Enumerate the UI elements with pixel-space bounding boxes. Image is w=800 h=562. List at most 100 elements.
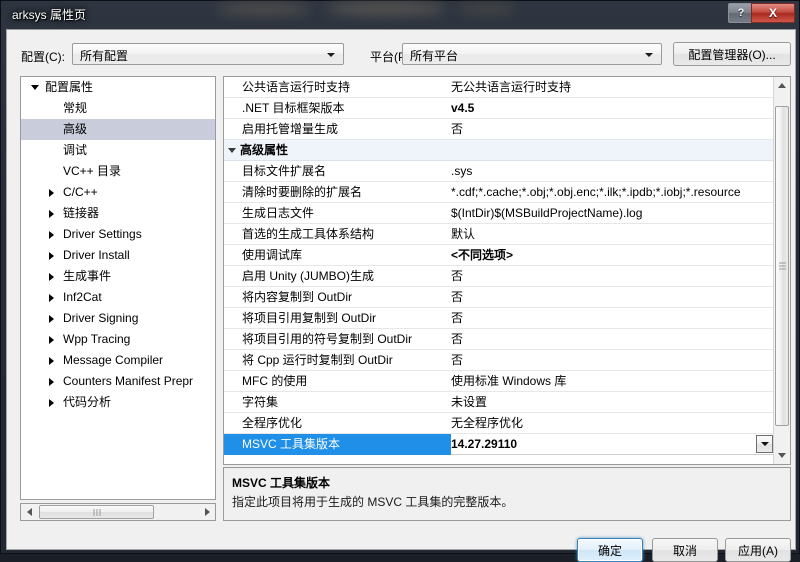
property-value[interactable]: 无公共语言运行时支持 (451, 77, 769, 98)
property-name: 清除时要删除的扩展名 (242, 185, 363, 199)
property-value[interactable]: 无全程序优化 (451, 413, 769, 434)
chevron-right-icon[interactable] (49, 252, 54, 260)
property-row[interactable]: 将项目引用的符号复制到 OutDir 否 (224, 329, 774, 350)
property-row[interactable]: 字符集 未设置 (224, 392, 774, 413)
scroll-up-icon[interactable] (774, 77, 790, 94)
property-name: 将项目引用的符号复制到 OutDir (242, 332, 413, 346)
property-value[interactable]: *.cdf;*.cache;*.obj;*.obj.enc;*.ilk;*.ip… (451, 182, 769, 203)
grid-vertical-scrollbar[interactable] (773, 77, 790, 464)
tree-item[interactable]: 高级 (21, 119, 215, 140)
tree-item-label: 生成事件 (63, 269, 112, 283)
property-row[interactable]: 启用托管增量生成 否 (224, 119, 774, 140)
property-value[interactable]: 否 (451, 287, 769, 308)
property-row[interactable]: 生成日志文件 $(IntDir)$(MSBuildProjectName).log (224, 203, 774, 224)
property-value[interactable]: 未设置 (451, 392, 769, 413)
scroll-right-icon[interactable] (199, 504, 215, 520)
tree-item[interactable]: 调试 (21, 140, 215, 161)
property-value[interactable]: 14.27.29110 (451, 434, 769, 455)
scroll-left-icon[interactable] (21, 504, 37, 520)
property-value[interactable]: 否 (451, 329, 769, 350)
property-tree[interactable]: 配置属性 常规 高级 调试 VC++ 目录 C/C++ 链接器 Driver Settings… (20, 76, 216, 500)
property-row[interactable]: 将内容复制到 OutDir 否 (224, 287, 774, 308)
apply-button[interactable]: 应用(A) (725, 538, 791, 562)
tree-item[interactable]: VC++ 目录 (21, 161, 215, 182)
tree-item[interactable]: 常规 (21, 98, 215, 119)
platform-value: 所有平台 (410, 49, 459, 63)
property-value[interactable]: 使用标准 Windows 库 (451, 371, 769, 392)
property-value[interactable]: <不同选项> (451, 245, 769, 266)
property-name: 首选的生成工具体系结构 (242, 227, 375, 241)
tree-item[interactable]: Message Compiler (21, 350, 215, 371)
tree-item[interactable]: 代码分析 (21, 392, 215, 413)
property-row[interactable]: 公共语言运行时支持 无公共语言运行时支持 (224, 77, 774, 98)
property-row[interactable]: MSVC 工具集版本 14.27.29110 (224, 434, 774, 455)
chevron-right-icon[interactable] (49, 210, 54, 218)
property-row[interactable]: 全程序优化 无全程序优化 (224, 413, 774, 434)
property-value[interactable]: 否 (451, 119, 769, 140)
chevron-down-icon[interactable] (228, 148, 236, 153)
property-row[interactable]: .NET 目标框架版本 v4.5 (224, 98, 774, 119)
property-name: 将 Cpp 运行时复制到 OutDir (242, 353, 393, 367)
chevron-right-icon[interactable] (49, 231, 54, 239)
grid-vscroll-thumb[interactable] (775, 106, 789, 426)
cancel-button[interactable]: 取消 (652, 538, 718, 562)
tree-item-label: Driver Install (63, 248, 130, 262)
chevron-right-icon[interactable] (49, 399, 54, 407)
property-value[interactable]: 否 (451, 308, 769, 329)
property-name: MFC 的使用 (242, 374, 308, 388)
tree-item-label: 链接器 (63, 206, 100, 220)
property-pages-window: arksys 属性页 ? X 配置(C): 所有配置 平台(P): 所有平台 配… (0, 0, 800, 562)
property-row[interactable]: 目标文件扩展名 .sys (224, 161, 774, 182)
platform-dropdown[interactable]: 所有平台 (402, 43, 662, 65)
configuration-manager-button[interactable]: 配置管理器(O)... (673, 42, 791, 66)
property-value[interactable]: $(IntDir)$(MSBuildProjectName).log (451, 203, 769, 224)
tree-item[interactable]: Driver Install (21, 245, 215, 266)
property-row[interactable]: 首选的生成工具体系结构 默认 (224, 224, 774, 245)
property-name: .NET 目标框架版本 (242, 101, 345, 115)
property-row[interactable]: MFC 的使用 使用标准 Windows 库 (224, 371, 774, 392)
value-dropdown-button[interactable] (756, 435, 773, 453)
tree-item[interactable]: 生成事件 (21, 266, 215, 287)
tree-item[interactable]: Driver Signing (21, 308, 215, 329)
configuration-label: 配置(C): (21, 50, 65, 64)
property-group-header[interactable]: 高级属性 (224, 140, 774, 161)
property-row[interactable]: 清除时要删除的扩展名 *.cdf;*.cache;*.obj;*.obj.enc;… (224, 182, 774, 203)
property-name: 全程序优化 (242, 416, 303, 430)
tree-horizontal-scrollbar[interactable] (20, 503, 216, 521)
tree-item[interactable]: Counters Manifest Prepr (21, 371, 215, 392)
property-grid[interactable]: 公共语言运行时支持 无公共语言运行时支持 .NET 目标框架版本 v4.5 启用托管增量… (223, 76, 791, 465)
chevron-right-icon[interactable] (49, 294, 54, 302)
property-name: 字符集 (242, 395, 279, 409)
tree-item[interactable]: Inf2Cat (21, 287, 215, 308)
close-icon[interactable]: X (751, 3, 795, 23)
tree-item[interactable]: 链接器 (21, 203, 215, 224)
property-value[interactable]: .sys (451, 161, 769, 182)
property-name: 使用调试库 (242, 248, 303, 262)
configuration-dropdown[interactable]: 所有配置 (72, 43, 344, 65)
chevron-right-icon[interactable] (49, 315, 54, 323)
property-row[interactable]: 使用调试库 <不同选项> (224, 245, 774, 266)
property-row[interactable]: 将项目引用复制到 OutDir 否 (224, 308, 774, 329)
property-value[interactable]: 否 (451, 266, 769, 287)
property-row[interactable]: 将 Cpp 运行时复制到 OutDir 否 (224, 350, 774, 371)
chevron-down-icon (760, 442, 769, 446)
tree-item[interactable]: 配置属性 (21, 77, 215, 98)
chevron-right-icon[interactable] (49, 378, 54, 386)
property-row[interactable]: 启用 Unity (JUMBO)生成 否 (224, 266, 774, 287)
property-value[interactable]: v4.5 (451, 98, 769, 119)
chevron-right-icon[interactable] (49, 189, 54, 197)
tree-item[interactable]: Wpp Tracing (21, 329, 215, 350)
tree-item[interactable]: Driver Settings (21, 224, 215, 245)
property-value[interactable]: 默认 (451, 224, 769, 245)
property-value[interactable]: 否 (451, 350, 769, 371)
ok-button[interactable]: 确定 (577, 538, 643, 562)
chevron-right-icon[interactable] (49, 273, 54, 281)
tree-item-label: Driver Signing (63, 311, 139, 325)
chevron-down-icon[interactable] (31, 85, 39, 90)
title-bar[interactable]: arksys 属性页 ? X (1, 1, 800, 29)
chevron-right-icon[interactable] (49, 336, 54, 344)
scroll-down-icon[interactable] (774, 447, 790, 464)
chevron-right-icon[interactable] (49, 357, 54, 365)
tree-hscroll-thumb[interactable] (39, 505, 154, 519)
tree-item[interactable]: C/C++ (21, 182, 215, 203)
